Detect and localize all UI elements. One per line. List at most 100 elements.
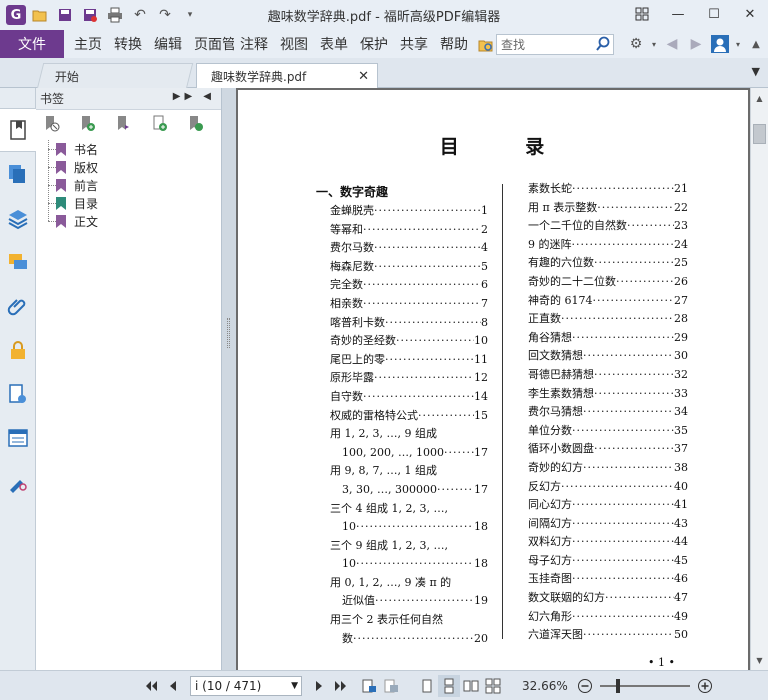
extract-page-icon[interactable]: [380, 675, 402, 697]
nav-back-icon[interactable]: ◀: [660, 32, 684, 56]
toc-entry[interactable]: 用 1, 2, 3, …, 9 组成: [316, 425, 488, 444]
save-as-icon[interactable]: [79, 4, 101, 26]
gear-icon[interactable]: ⚙: [624, 32, 648, 56]
menu-share[interactable]: 共享: [394, 30, 434, 58]
continuous-view-icon[interactable]: [438, 674, 460, 697]
bookmark-item[interactable]: 版权: [48, 158, 221, 176]
zoom-slider[interactable]: [599, 678, 690, 693]
toc-entry[interactable]: 母子幻方 45: [526, 552, 688, 571]
insert-page-icon[interactable]: [358, 675, 380, 697]
toc-entry[interactable]: 金蝉脱壳 1: [316, 202, 488, 221]
toc-entry[interactable]: 李生素数猜想 33: [526, 385, 688, 404]
content-icon[interactable]: [0, 372, 36, 416]
scroll-down-icon[interactable]: ▼: [751, 652, 768, 668]
first-page-icon[interactable]: [140, 675, 162, 697]
toc-entry[interactable]: 10 18: [316, 555, 488, 574]
toc-entry[interactable]: 近似值 19: [316, 592, 488, 611]
menu-protect[interactable]: 保护: [354, 30, 394, 58]
toc-entry[interactable]: 奇妙的圣经数 10: [316, 332, 488, 351]
tab-document[interactable]: 趣味数学辞典.pdf ✕: [196, 63, 378, 89]
page-select-dropdown-icon[interactable]: ▼: [291, 681, 298, 691]
toc-entry[interactable]: 六道浑天图 50: [526, 626, 688, 645]
zoom-level[interactable]: 32.66%: [522, 679, 568, 693]
toc-entry[interactable]: 尾巴上的零 11: [316, 351, 488, 370]
user-avatar-icon[interactable]: [708, 32, 732, 56]
document-view[interactable]: 目 录 一、数字奇趣金蝉脱壳 1 等幂和 2 费尔马数 4 梅森尼数 5 完全数 6 相亲数 7 喀普利…: [236, 88, 750, 670]
redo-icon[interactable]: ↷: [154, 4, 176, 26]
page-number-select[interactable]: i (10 / 471) ▼: [190, 675, 302, 696]
form-fields-icon[interactable]: [0, 416, 36, 460]
toc-entry[interactable]: 9 的迷阵 24: [526, 236, 688, 255]
bookmark-item[interactable]: 书名: [48, 140, 221, 158]
menu-form[interactable]: 表单: [314, 30, 354, 58]
bookmark-item-selected[interactable]: 目录: [48, 194, 221, 212]
toc-entry[interactable]: 数文联姻的幻方 47: [526, 589, 688, 608]
open-folder-icon[interactable]: [29, 4, 51, 26]
toc-entry[interactable]: 用三个 2 表示任何自然: [316, 611, 488, 630]
toc-entry[interactable]: 费尔马数 4: [316, 239, 488, 258]
toc-entry[interactable]: 3, 30, …, 300000 17: [316, 481, 488, 500]
toc-entry[interactable]: 反幻方 40: [526, 478, 688, 497]
maximize-button[interactable]: ☐: [696, 0, 732, 28]
minimize-button[interactable]: —: [660, 0, 696, 28]
toc-entry[interactable]: 幻六角形 49: [526, 608, 688, 627]
layers-icon[interactable]: [0, 196, 36, 240]
splitter-grip[interactable]: [227, 318, 230, 348]
toc-entry[interactable]: 双料幻方 44: [526, 533, 688, 552]
undo-icon[interactable]: ↶: [129, 4, 151, 26]
toc-entry[interactable]: 一个二千位的自然数 23: [526, 217, 688, 236]
search-icon[interactable]: [595, 36, 611, 52]
menu-convert[interactable]: 转换: [108, 30, 148, 58]
toc-entry[interactable]: 梅森尼数 5: [316, 258, 488, 277]
toc-entry[interactable]: 同心幻方 41: [526, 496, 688, 515]
bookmark-panel-icon[interactable]: [0, 108, 37, 152]
gear-dropdown-icon[interactable]: ▾: [648, 32, 660, 56]
toc-entry[interactable]: 喀普利卡数 8: [316, 314, 488, 333]
zoom-out-icon[interactable]: [574, 675, 596, 697]
scroll-thumb[interactable]: [753, 124, 766, 144]
toc-entry[interactable]: 循环小数圆盘 37: [526, 440, 688, 459]
toc-entry[interactable]: 相亲数 7: [316, 295, 488, 314]
promote-bookmark-icon[interactable]: [114, 114, 134, 134]
expand-bookmark-icon[interactable]: [186, 114, 206, 134]
facing-view-icon[interactable]: [460, 675, 482, 697]
toc-entry[interactable]: 哥德巴赫猜想 32: [526, 366, 688, 385]
close-button[interactable]: ✕: [732, 0, 768, 28]
toc-entry[interactable]: 单位分数 35: [526, 422, 688, 441]
signature-icon[interactable]: [0, 460, 36, 504]
print-icon[interactable]: [104, 4, 126, 26]
menu-comment[interactable]: 注释: [234, 30, 274, 58]
toc-entry[interactable]: 奇妙的二十二位数 26: [526, 273, 688, 292]
delete-bookmark-icon[interactable]: [42, 114, 62, 134]
toc-entry[interactable]: 原形毕露 12: [316, 369, 488, 388]
pdf-page[interactable]: 目 录 一、数字奇趣金蝉脱壳 1 等幂和 2 费尔马数 4 梅森尼数 5 完全数 6 相亲数 7 喀普利…: [238, 90, 748, 670]
tab-start[interactable]: 开始: [36, 63, 194, 89]
menu-view[interactable]: 视图: [274, 30, 314, 58]
toc-entry[interactable]: 权威的雷格特公式 15: [316, 407, 488, 426]
app-logo-icon[interactable]: G: [6, 5, 26, 25]
toc-entry[interactable]: 用 9, 8, 7, …, 1 组成: [316, 462, 488, 481]
toc-entry[interactable]: 三个 9 组成 1, 2, 3, …,: [316, 537, 488, 556]
toc-entry[interactable]: 间隔幻方 43: [526, 515, 688, 534]
single-page-view-icon[interactable]: [416, 675, 438, 697]
previous-page-icon[interactable]: [162, 675, 184, 697]
next-page-icon[interactable]: [308, 675, 330, 697]
panel-controls-icon[interactable]: ▶▶ ◀: [173, 91, 215, 102]
customize-dropdown-icon[interactable]: ▾: [179, 4, 201, 26]
toc-entry[interactable]: 神奇的 6174 27: [526, 292, 688, 311]
tab-list-dropdown-icon[interactable]: ▼: [752, 65, 760, 78]
toc-entry[interactable]: 奇妙的幻方 38: [526, 459, 688, 478]
nav-forward-icon[interactable]: ▶: [684, 32, 708, 56]
menu-home[interactable]: 主页: [68, 30, 108, 58]
toc-entry[interactable]: 费尔马猜想 34: [526, 403, 688, 422]
toc-entry[interactable]: 有趣的六位数 25: [526, 254, 688, 273]
menu-edit[interactable]: 编辑: [148, 30, 188, 58]
toc-entry[interactable]: 完全数 6: [316, 276, 488, 295]
scroll-up-icon[interactable]: ▲: [751, 90, 768, 106]
toc-entry[interactable]: 用 π 表示整数 22: [526, 199, 688, 218]
pages-thumbnail-icon[interactable]: [0, 152, 36, 196]
last-page-icon[interactable]: [330, 675, 352, 697]
close-tab-icon[interactable]: ✕: [358, 69, 369, 84]
security-lock-icon[interactable]: [0, 328, 36, 372]
toc-entry[interactable]: 数 20: [316, 630, 488, 649]
